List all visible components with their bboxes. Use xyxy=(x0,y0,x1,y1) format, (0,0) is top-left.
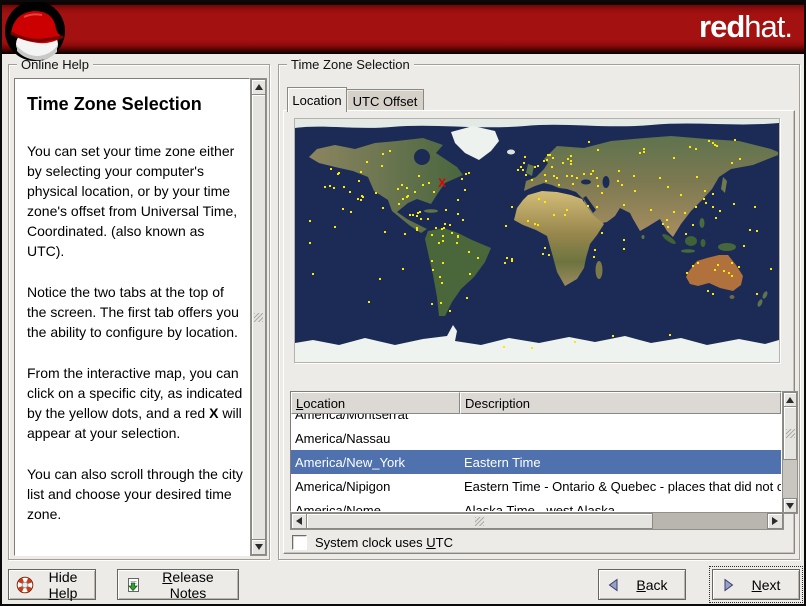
scrollbar-thumb[interactable] xyxy=(251,94,266,540)
back-arrow-icon xyxy=(606,577,622,593)
back-label: Back xyxy=(636,576,668,593)
utc-checkbox-row[interactable]: System clock uses UTC xyxy=(292,533,453,551)
world-map-image xyxy=(295,119,779,362)
location-tab-page: X Location Description America/Montserra… xyxy=(283,110,798,554)
help-paragraph-1: You can set your time zone either by sel… xyxy=(27,143,238,259)
table-row[interactable]: America/Nipigon Eastern Time - Ontario &… xyxy=(291,474,781,498)
table-header: Location Description xyxy=(291,392,781,414)
scroll-up-button[interactable] xyxy=(251,79,266,95)
table-row[interactable]: America/Nome Alaska Time - west Alaska xyxy=(291,498,781,512)
lifebuoy-help-icon xyxy=(16,576,34,594)
help-text-view: Time Zone Selection You can set your tim… xyxy=(14,78,250,556)
help-text: Time Zone Selection You can set your tim… xyxy=(15,79,249,524)
redhat-shadowman-icon xyxy=(4,2,68,71)
wordmark-regular: hat. xyxy=(744,9,793,44)
selected-city-marker: X xyxy=(438,176,447,191)
table-row-selected[interactable]: America/New_York Eastern Time xyxy=(291,450,781,474)
scroll-left-button[interactable] xyxy=(291,513,307,529)
release-notes-button[interactable]: Release Notes xyxy=(117,568,239,601)
scroll-down-button[interactable] xyxy=(783,498,797,513)
scroll-right-button[interactable] xyxy=(767,513,783,529)
world-map[interactable]: X xyxy=(294,118,780,363)
help-heading: Time Zone Selection xyxy=(27,94,202,114)
column-header-description[interactable]: Description xyxy=(460,392,781,414)
help-paragraph-3: From the interactive map, you can click … xyxy=(27,365,243,441)
tab-location[interactable]: Location xyxy=(287,87,347,112)
wordmark-bold: red xyxy=(699,9,745,44)
next-label: Next xyxy=(751,576,781,593)
back-button[interactable]: Back xyxy=(598,569,686,600)
scroll-up-button[interactable] xyxy=(783,392,797,407)
next-arrow-icon xyxy=(720,577,736,593)
release-notes-label: Release Notes xyxy=(162,568,214,601)
utc-checkbox[interactable] xyxy=(292,534,307,550)
scroll-down-button[interactable] xyxy=(251,539,266,555)
utc-checkbox-label: System clock uses UTC xyxy=(315,534,453,550)
banner: redhat. xyxy=(2,2,804,54)
timezone-table: Location Description America/Montserrat … xyxy=(290,391,782,512)
scrollbar-thumb[interactable] xyxy=(306,513,653,529)
table-row[interactable]: America/Montserrat xyxy=(291,414,781,426)
redhat-wordmark: redhat. xyxy=(699,9,793,44)
timezone-panel-label: Time Zone Selection xyxy=(287,57,414,72)
help-paragraph-2: Notice the two tabs at the top of the sc… xyxy=(27,284,239,340)
help-scrollbar[interactable] xyxy=(250,78,267,556)
help-paragraph-4: You can also scroll through the city lis… xyxy=(27,466,243,522)
next-button[interactable]: Next xyxy=(709,566,803,603)
table-horizontal-scrollbar[interactable] xyxy=(290,512,784,530)
hide-help-button[interactable]: Hide Help xyxy=(8,568,96,601)
release-notes-icon xyxy=(125,577,141,593)
hide-help-label: Hide Help xyxy=(48,568,78,601)
table-row[interactable]: America/Nassau xyxy=(291,426,781,450)
table-vertical-scrollbar[interactable] xyxy=(782,391,798,514)
timezone-panel: Time Zone Selection Location UTC Offset xyxy=(278,57,800,560)
column-header-location[interactable]: Location xyxy=(291,392,460,414)
scrollbar-thumb[interactable] xyxy=(783,406,797,460)
online-help-panel: Online Help Time Zone Selection You can … xyxy=(8,57,270,560)
installer-window: redhat. Online Help Time Zone Selection … xyxy=(0,0,806,606)
table-viewport: America/Montserrat America/Nassau Americ… xyxy=(291,414,781,511)
